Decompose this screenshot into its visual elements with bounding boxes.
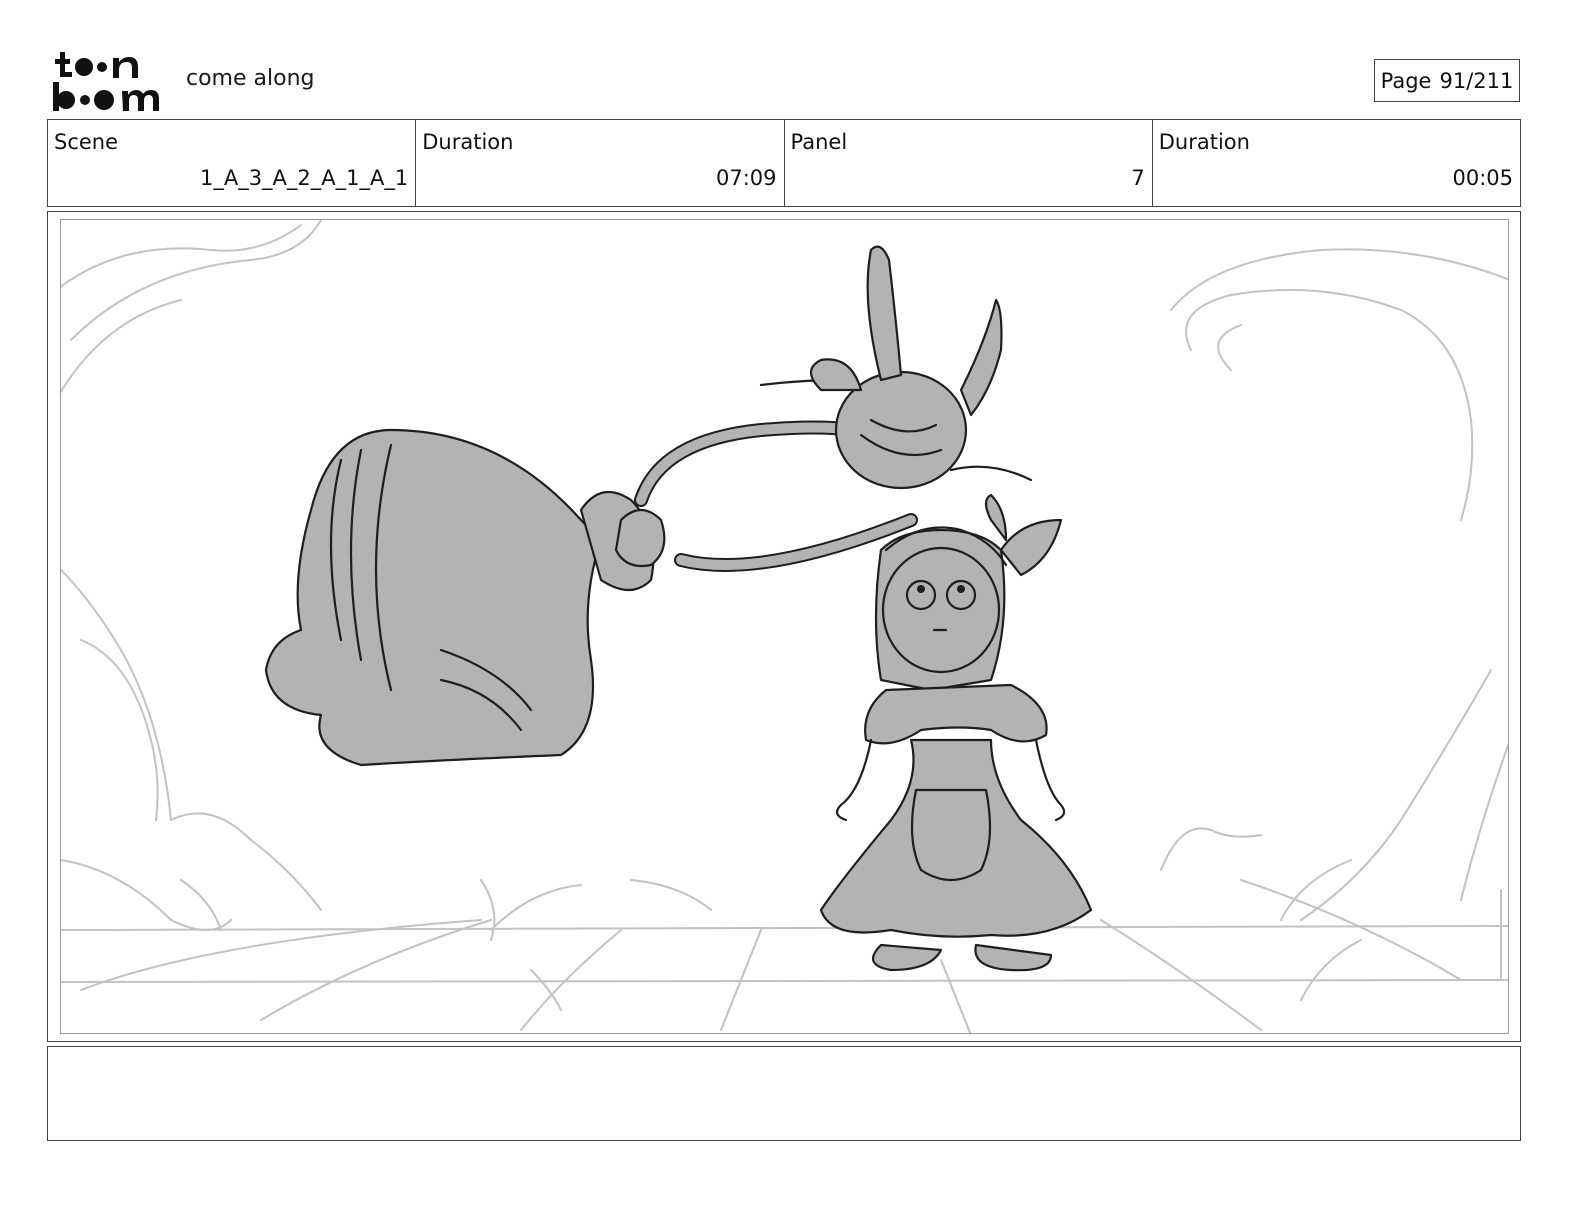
project-title: come along bbox=[186, 66, 315, 91]
toonboom-logo bbox=[53, 52, 159, 111]
storyboard-sketch bbox=[61, 220, 1508, 1033]
scene-duration-cell: Duration 07:09 bbox=[416, 120, 785, 206]
panel-duration-value: 00:05 bbox=[1452, 166, 1513, 190]
scene-cell: Scene 1_A_3_A_2_A_1_A_1 bbox=[48, 120, 417, 206]
page-number: 91/211 bbox=[1439, 68, 1514, 93]
background-sketch bbox=[61, 220, 1508, 1033]
girl-character-sketch bbox=[819, 493, 1093, 972]
panel-value: 7 bbox=[1131, 166, 1145, 190]
storyboard-panel-image bbox=[60, 219, 1509, 1034]
scene-label: Scene bbox=[54, 130, 119, 154]
panel-duration-label: Duration bbox=[1158, 130, 1250, 154]
scene-value: 1_A_3_A_2_A_1_A_1 bbox=[199, 166, 409, 190]
panel-duration-cell: Duration 00:05 bbox=[1153, 120, 1520, 206]
page-indicator: Page 91/211 bbox=[1374, 59, 1520, 102]
panel-cell: Panel 7 bbox=[785, 120, 1153, 206]
scene-duration-label: Duration bbox=[422, 130, 514, 154]
page-label: Page bbox=[1380, 68, 1432, 93]
panel-caption-box bbox=[47, 1046, 1521, 1141]
scene-info-table: Scene 1_A_3_A_2_A_1_A_1 Duration 07:09 P… bbox=[47, 119, 1521, 207]
scene-duration-value: 07:09 bbox=[715, 166, 777, 190]
panel-label: Panel bbox=[790, 130, 848, 154]
